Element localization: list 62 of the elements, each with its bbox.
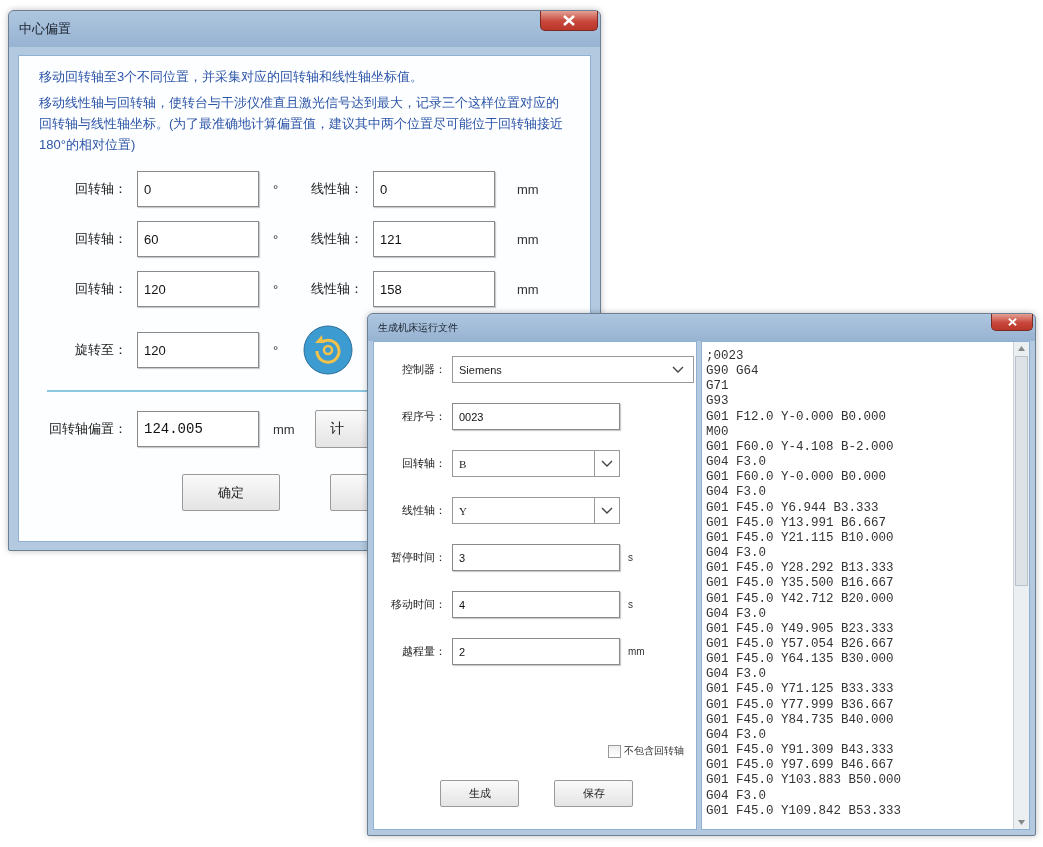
scroll-thumb[interactable] [1015,356,1028,586]
field-label: 旋转至： [74,341,128,359]
field-label: 回转轴： [74,280,128,298]
unit-label: mm [516,181,540,197]
offset-input[interactable]: 124.005 [137,411,259,447]
unit-label: mm [516,281,540,297]
text-input[interactable]: 4 [452,591,620,618]
close-button[interactable] [991,314,1033,331]
ok-button[interactable]: 确定 [182,474,280,511]
instruction-text: 移动线性轴与回转轴，使转台与干涉仪准直且激光信号达到最大，记录三个这样位置对应的回转轴与线性轴坐标。(为了最准确地计算偏置值，建议其中两个位置尽可能位于回转轴接近180°的相对位置) [39,94,565,154]
field-label: 线性轴： [310,280,364,298]
unit-label: mm [272,421,296,437]
field-label: 线性轴： [310,230,364,248]
field-label: 线性轴： [401,503,447,518]
field-label: 移动时间： [390,597,447,612]
close-icon [1007,318,1017,326]
unit-label: s [627,552,634,563]
rotary-input[interactable]: 0 [137,171,259,207]
linear-input[interactable]: 0 [373,171,495,207]
chevron-down-icon [672,365,684,374]
unit-label: ° [272,231,280,247]
unit-label: ° [272,281,280,297]
chevron-down-icon [601,459,613,468]
checkbox-label: 不包含回转轴 [624,744,684,758]
dropdown[interactable]: Y [452,497,620,524]
unit-label: ° [272,181,280,197]
dropdown[interactable]: Siemens [452,356,694,383]
instruction-text: 移动回转轴至3个不同位置，并采集对应的回转轴和线性轴坐标值。 [39,68,425,86]
unit-label: s [627,599,634,610]
field-label: 回转轴： [74,230,128,248]
window-title: 生成机床运行文件 [378,320,458,335]
chevron-down-icon [601,506,613,515]
linear-input[interactable]: 121 [373,221,495,257]
unit-label: mm [516,231,540,247]
text-input[interactable]: 2 [452,638,620,665]
unit-label: ° [272,342,280,358]
close-button[interactable] [540,11,598,31]
field-label: 线性轴： [310,180,364,198]
rotary-input[interactable]: 60 [137,221,259,257]
rotate-icon[interactable] [303,325,353,375]
scroll-down-icon[interactable] [1018,820,1025,825]
rotary-input[interactable]: 120 [137,271,259,307]
field-label: 回转轴： [401,456,447,471]
rotate-input[interactable]: 120 [137,332,259,368]
field-label: 回转轴： [74,180,128,198]
field-label: 控制器： [401,362,447,377]
scroll-up-icon[interactable] [1018,346,1025,351]
text-input[interactable]: 0023 [452,403,620,430]
checkbox[interactable] [608,744,621,758]
window-title: 中心偏置 [19,20,71,38]
save-button[interactable]: 保存 [554,780,633,807]
field-label: 回转轴偏置： [48,420,128,438]
close-icon [563,15,575,26]
dropdown[interactable]: B [452,450,620,477]
field-label: 暂停时间： [390,550,447,565]
linear-input[interactable]: 158 [373,271,495,307]
scrollbar[interactable] [1013,342,1029,829]
code-text: ;0023 G90 G64 G71 G93 G01 F12.0 Y-0.000 B0.000 M00 G01 F60.0 Y-4.108 B-2.000 G04 F3.0 G01 F60.0 Y-0.000 B0.000 G04 F3.0 G01 F45.0 Y6.944 B3.333 G01 F45.0 Y13.991 B6.667 G01 F45.0 Y21.115 B10.000 G04 F3.0 G01 F45.0 Y28.292 B13.333 G01 F45.0 Y35.500 B16.667 G01 F45.0 Y42.712 B20.000 G04 F3.0 G01 F45.0 Y49.905 B23.333 G01 F45.0 Y57.054 B26.667 G01 F45.0 Y64.135 B30.000 G04 F3.0 G01 F45.0 Y71.125 B33.333 G01 F45.0 Y77.999 B36.667 G01 F45.0 Y84.735 B40.000 G04 F3.0 G01 F45.0 Y91.309 B43.333 G01 F45.0 Y97.699 B46.667 G01 F45.0 Y103.883 B50.000 G04 F3.0 G01 F45.0 Y109.842 B53.333 [705,348,903,820]
text-input[interactable]: 3 [452,544,620,571]
generate-button[interactable]: 生成 [440,780,519,807]
unit-label: mm [627,646,646,657]
field-label: 越程量： [401,644,447,659]
